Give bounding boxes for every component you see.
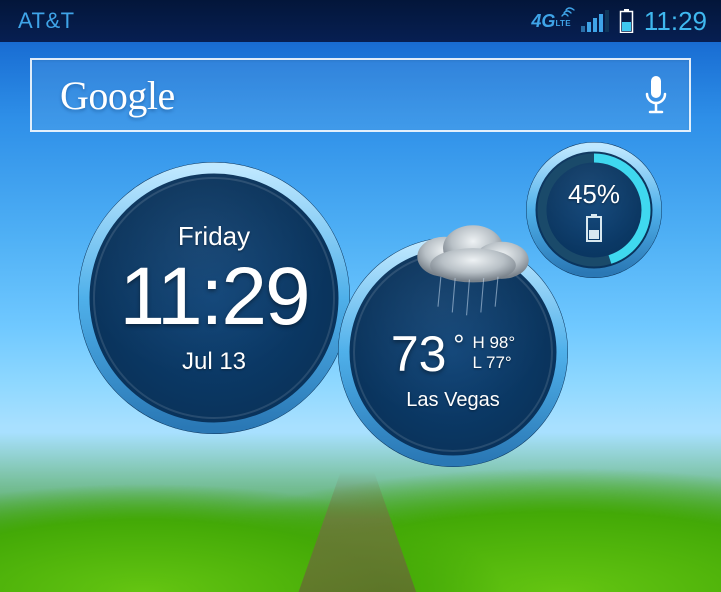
google-search-bar[interactable]: Google [30, 58, 691, 132]
status-bar: AT&T 4G LTE 11:29 [0, 0, 721, 42]
battery-icon [585, 214, 603, 242]
clock-content: Friday 11:29 Jul 13 [78, 162, 350, 434]
clock-widget[interactable]: Friday 11:29 Jul 13 [78, 162, 350, 434]
weather-low: L 77° [472, 353, 515, 373]
status-right: 4G LTE 11:29 [531, 6, 707, 37]
clock-time: 11:29 [119, 256, 308, 338]
clock-date: Jul 13 [182, 348, 246, 376]
rain-cloud-icon [378, 221, 568, 321]
status-time: 11:29 [644, 6, 707, 37]
clock-day: Friday [178, 221, 250, 252]
signal-icon [581, 10, 609, 32]
network-4g-icon: 4G LTE [531, 11, 570, 32]
network-lte-text: LTE [555, 19, 570, 28]
network-4g-text: 4G [531, 11, 555, 32]
carrier-label: AT&T [18, 8, 75, 34]
weather-temp: 73 [391, 329, 447, 379]
mic-icon[interactable] [643, 74, 669, 116]
weather-widget[interactable]: 73 H 98° L 77° Las Vegas [338, 237, 568, 467]
battery-percent: 45% [568, 179, 620, 210]
google-logo: Google [60, 72, 175, 119]
weather-city: Las Vegas [406, 389, 499, 412]
status-battery-icon [619, 9, 634, 33]
weather-high: H 98° [472, 333, 515, 353]
